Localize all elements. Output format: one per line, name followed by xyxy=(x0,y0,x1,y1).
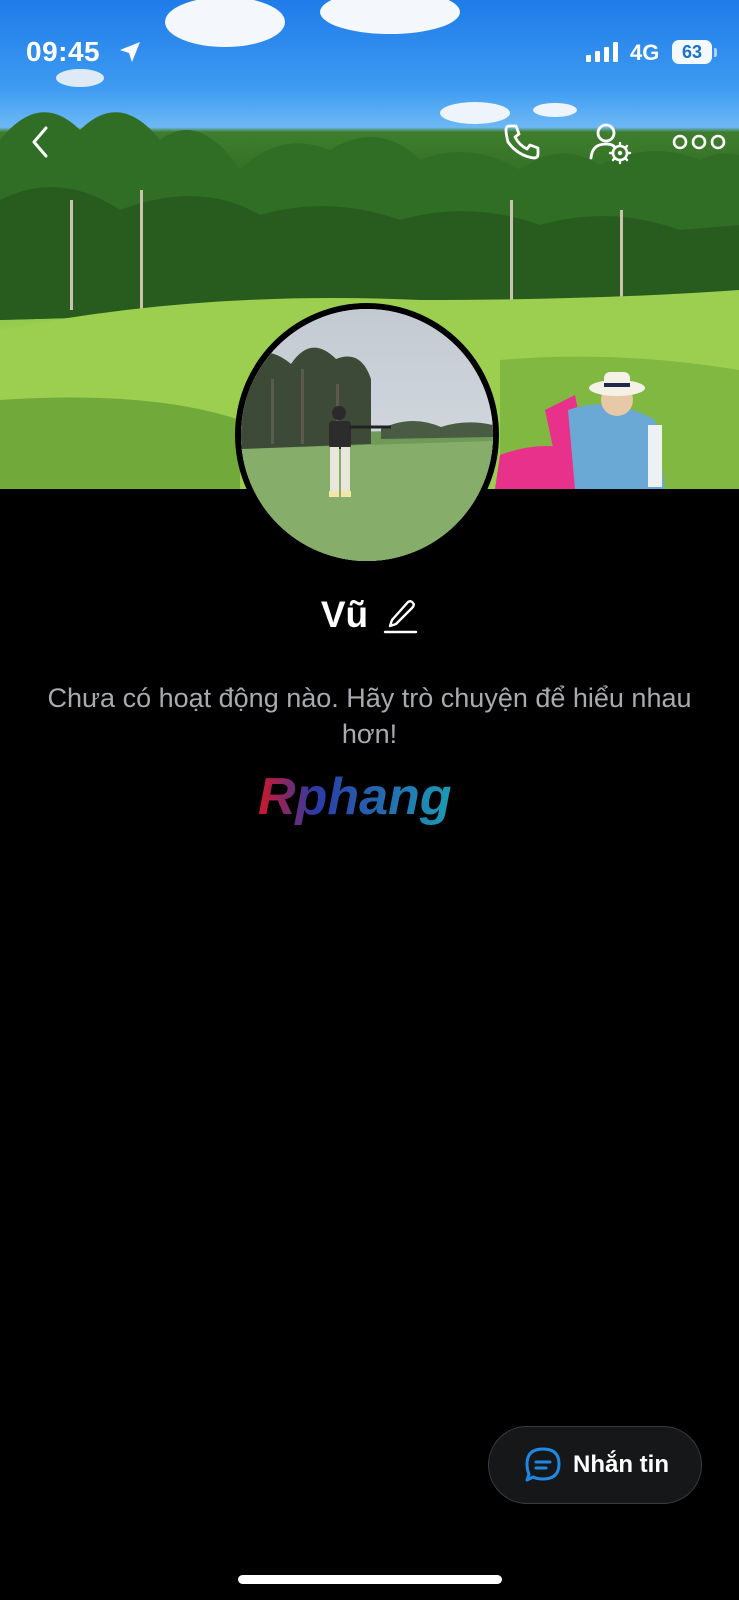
chat-bubble-icon xyxy=(525,1447,561,1482)
signal-icon xyxy=(586,42,618,62)
profile-name: Vũ xyxy=(320,594,369,635)
status-time: 09:45 xyxy=(26,36,101,67)
message-button[interactable]: Nhắn tin xyxy=(488,1426,702,1504)
network-type: 4G xyxy=(630,40,660,65)
more-icon[interactable] xyxy=(672,132,726,152)
avatar-photo xyxy=(241,309,493,561)
phone-icon[interactable] xyxy=(500,120,544,164)
status-bar: 09:45 4G 63 xyxy=(0,0,739,100)
avatar[interactable] xyxy=(235,303,499,567)
rphang-logo: Rphang xyxy=(258,770,452,826)
name-row: Vũ xyxy=(0,590,739,640)
user-settings-icon[interactable] xyxy=(588,120,634,166)
back-icon[interactable] xyxy=(26,122,56,162)
empty-activity-message: Chưa có hoạt động nào. Hãy trò chuyện để… xyxy=(47,683,692,749)
battery-icon: 63 xyxy=(672,40,712,64)
battery-tip xyxy=(714,48,717,57)
location-arrow-icon xyxy=(120,42,140,62)
home-indicator[interactable] xyxy=(238,1575,502,1584)
message-button-label: Nhắn tin xyxy=(573,1451,669,1478)
battery-level: 63 xyxy=(681,42,703,62)
watermark-text: Rphang xyxy=(258,770,452,826)
edit-name-icon[interactable] xyxy=(382,596,418,634)
